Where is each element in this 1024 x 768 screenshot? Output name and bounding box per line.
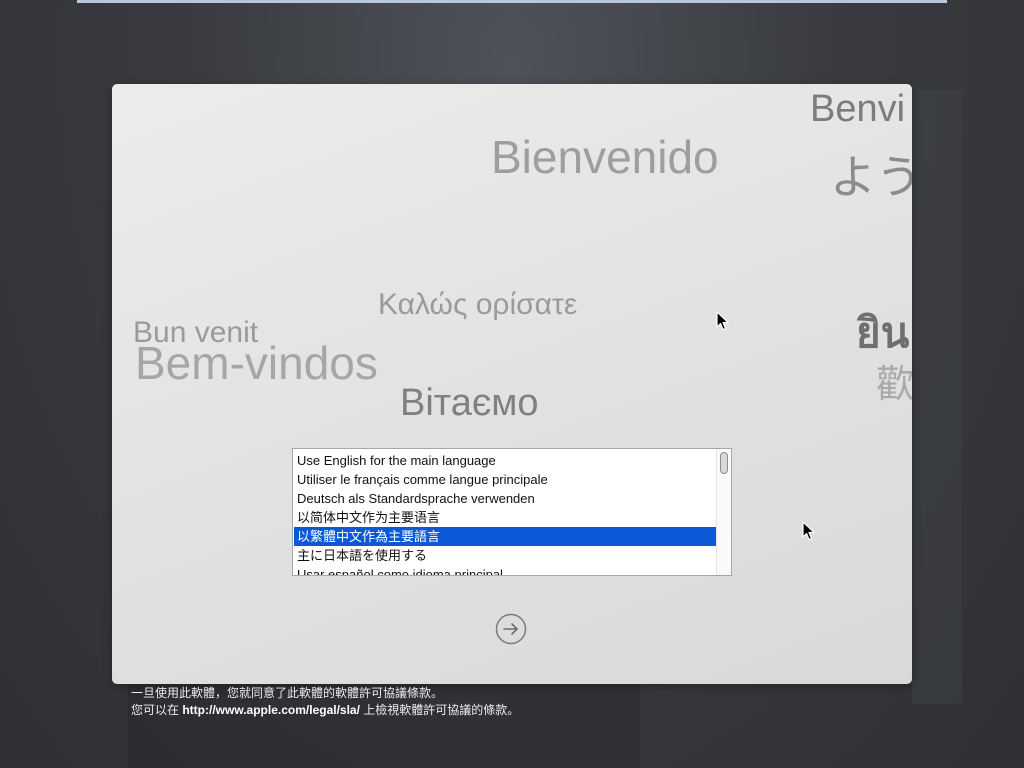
greeting-japanese: よう	[830, 151, 912, 203]
license-link[interactable]: http://www.apple.com/legal/sla/	[182, 703, 360, 717]
language-option-traditional-chinese[interactable]: 以繁體中文作為主要語言	[294, 527, 716, 546]
greeting-thai: ยิน	[856, 309, 910, 356]
top-strip	[77, 0, 947, 3]
language-option-english[interactable]: Use English for the main language	[294, 451, 716, 470]
mouse-cursor-icon	[716, 311, 729, 331]
greeting-chinese: 歡	[876, 364, 912, 406]
greeting-greek: Καλώς ορίσατε	[378, 288, 578, 321]
language-option-simplified-chinese[interactable]: 以简体中文作为主要语言	[294, 508, 716, 527]
continue-button[interactable]	[495, 613, 527, 645]
license-footer: 一旦使用此軟體，您就同意了此軟體的軟體許可協議條款。 您可以在 http://w…	[131, 685, 519, 719]
language-option-japanese[interactable]: 主に日本語を使用する	[294, 546, 716, 565]
arrow-right-circle-icon	[495, 613, 527, 645]
greeting-benvi: Benvi	[810, 88, 906, 130]
background-shade-right	[912, 90, 962, 704]
license-line-2-prefix: 您可以在	[131, 703, 183, 717]
language-list-items: Use English for the main language Utilis…	[294, 451, 716, 575]
license-line-2-suffix: 上檢視軟體許可協議的條款。	[359, 703, 520, 717]
mouse-cursor-icon	[802, 521, 815, 541]
scroll-thumb[interactable]	[720, 452, 728, 474]
license-line-2: 您可以在 http://www.apple.com/legal/sla/ 上檢視…	[131, 702, 519, 719]
greeting-bem-vindos: Bem-vindos	[135, 337, 378, 389]
language-option-german[interactable]: Deutsch als Standardsprache verwenden	[294, 489, 716, 508]
greeting-ukrainian: Вітаємо	[400, 382, 539, 424]
license-line-1: 一旦使用此軟體，您就同意了此軟體的軟體許可協議條款。	[131, 686, 444, 700]
language-list[interactable]: Use English for the main language Utilis…	[292, 448, 732, 576]
greeting-bienvenido: Bienvenido	[491, 131, 719, 183]
welcome-panel: Bienvenido Benvi よう Καλώς ορίσατε Bun ve…	[112, 84, 912, 684]
language-option-spanish[interactable]: Usar español como idioma principal	[294, 565, 716, 575]
language-list-scrollbar[interactable]	[716, 449, 731, 575]
language-option-french[interactable]: Utiliser le français comme langue princi…	[294, 470, 716, 489]
